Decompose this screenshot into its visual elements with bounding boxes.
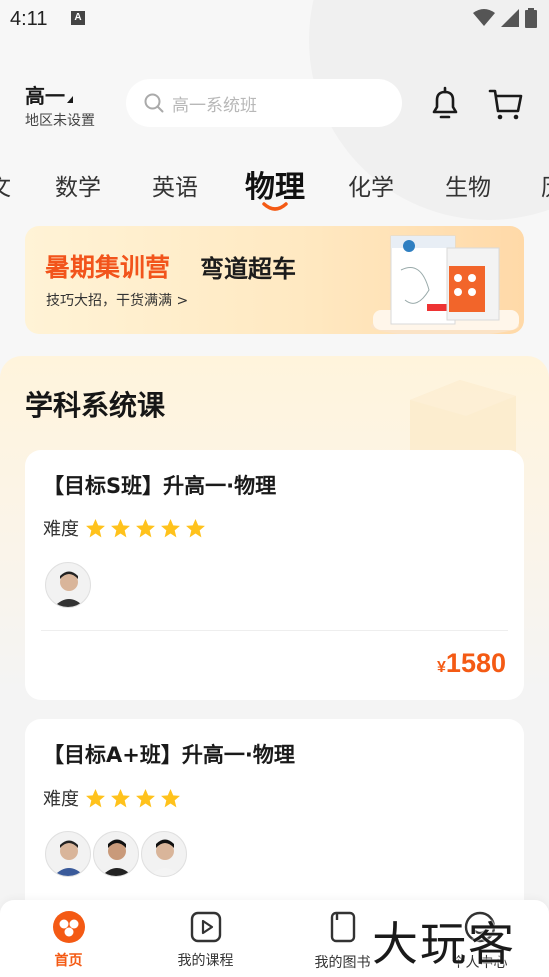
course-card[interactable]: 【目标S班】升高一·物理 难度 ¥1580	[25, 450, 524, 700]
search-bar[interactable]: 高一系统班	[126, 79, 402, 127]
book-icon	[330, 911, 355, 943]
card-divider	[41, 630, 508, 631]
course-title: 【目标S班】升高一·物理	[43, 474, 277, 498]
battery-icon	[525, 8, 537, 28]
banner-title: 暑期集训营	[45, 253, 171, 282]
tab-physics[interactable]: 物理	[245, 162, 305, 206]
teacher-avatars	[45, 831, 187, 877]
nav-label: 首页	[54, 953, 83, 969]
difficulty-stars	[85, 788, 181, 809]
subject-tabs: 文 数学 英语 物理 化学 生物 历	[0, 160, 549, 216]
status-time: 4:11	[10, 8, 48, 30]
difficulty-stars	[85, 518, 206, 539]
teacher-avatar[interactable]	[45, 831, 91, 877]
tab-chemistry[interactable]: 化学	[348, 168, 394, 202]
status-bar: 4:11 A	[0, 0, 549, 36]
difficulty-row: 难度	[43, 515, 206, 541]
home-icon	[52, 911, 85, 943]
star-icon	[86, 788, 105, 807]
active-tab-indicator	[262, 202, 288, 211]
price-symbol: ¥	[437, 659, 446, 676]
notification-icon: A	[71, 11, 85, 25]
difficulty-label: 难度	[43, 519, 79, 540]
books-illustration	[371, 235, 519, 334]
dropdown-arrow-icon	[67, 96, 73, 103]
tab-biology[interactable]: 生物	[445, 168, 491, 202]
watermark-text: 大玩客	[372, 917, 516, 971]
star-icon	[186, 518, 205, 537]
teacher-avatar[interactable]	[93, 831, 139, 877]
bell-icon[interactable]	[428, 86, 462, 120]
star-icon	[136, 518, 155, 537]
status-icons	[473, 8, 537, 28]
star-icon	[161, 788, 180, 807]
region-label[interactable]: 地区未设置	[25, 110, 95, 130]
course-card[interactable]: 【目标A+班】升高一·物理 难度	[25, 719, 524, 919]
star-icon	[111, 788, 130, 807]
tab-english[interactable]: 英语	[152, 168, 198, 202]
course-price: ¥1580	[437, 648, 506, 679]
price-value: 1580	[445, 648, 506, 678]
tab-math[interactable]: 数学	[55, 168, 101, 202]
difficulty-row: 难度	[43, 785, 181, 811]
section-title: 学科系统课	[25, 389, 166, 422]
banner-description: 技巧大招，干货满满 >	[46, 293, 189, 309]
course-title: 【目标A+班】升高一·物理	[43, 743, 295, 767]
nav-my-courses[interactable]: 我的课程	[137, 900, 274, 977]
search-placeholder: 高一系统班	[172, 95, 257, 116]
star-icon	[136, 788, 155, 807]
difficulty-label: 难度	[43, 789, 79, 810]
signal-icon	[501, 9, 519, 27]
grade-label: 高一	[25, 84, 65, 108]
play-icon	[190, 911, 221, 943]
teacher-avatars	[45, 562, 91, 608]
cart-icon[interactable]	[488, 86, 524, 122]
promo-banner[interactable]: 暑期集训营 弯道超车 技巧大招，干货满满 >	[25, 226, 524, 334]
star-icon	[111, 518, 130, 537]
wifi-icon	[473, 9, 495, 26]
star-icon	[86, 518, 105, 537]
tab-history[interactable]: 历	[541, 168, 549, 202]
tab-chinese[interactable]: 文	[0, 168, 11, 202]
teacher-avatar[interactable]	[141, 831, 187, 877]
banner-subtitle: 弯道超车	[200, 255, 296, 283]
nav-home[interactable]: 首页	[0, 900, 137, 977]
cube-decoration	[410, 380, 516, 452]
nav-label: 我的课程	[177, 953, 234, 969]
teacher-avatar[interactable]	[45, 562, 91, 608]
search-icon	[144, 93, 164, 113]
grade-selector[interactable]: 高一	[25, 80, 73, 109]
star-icon	[161, 518, 180, 537]
